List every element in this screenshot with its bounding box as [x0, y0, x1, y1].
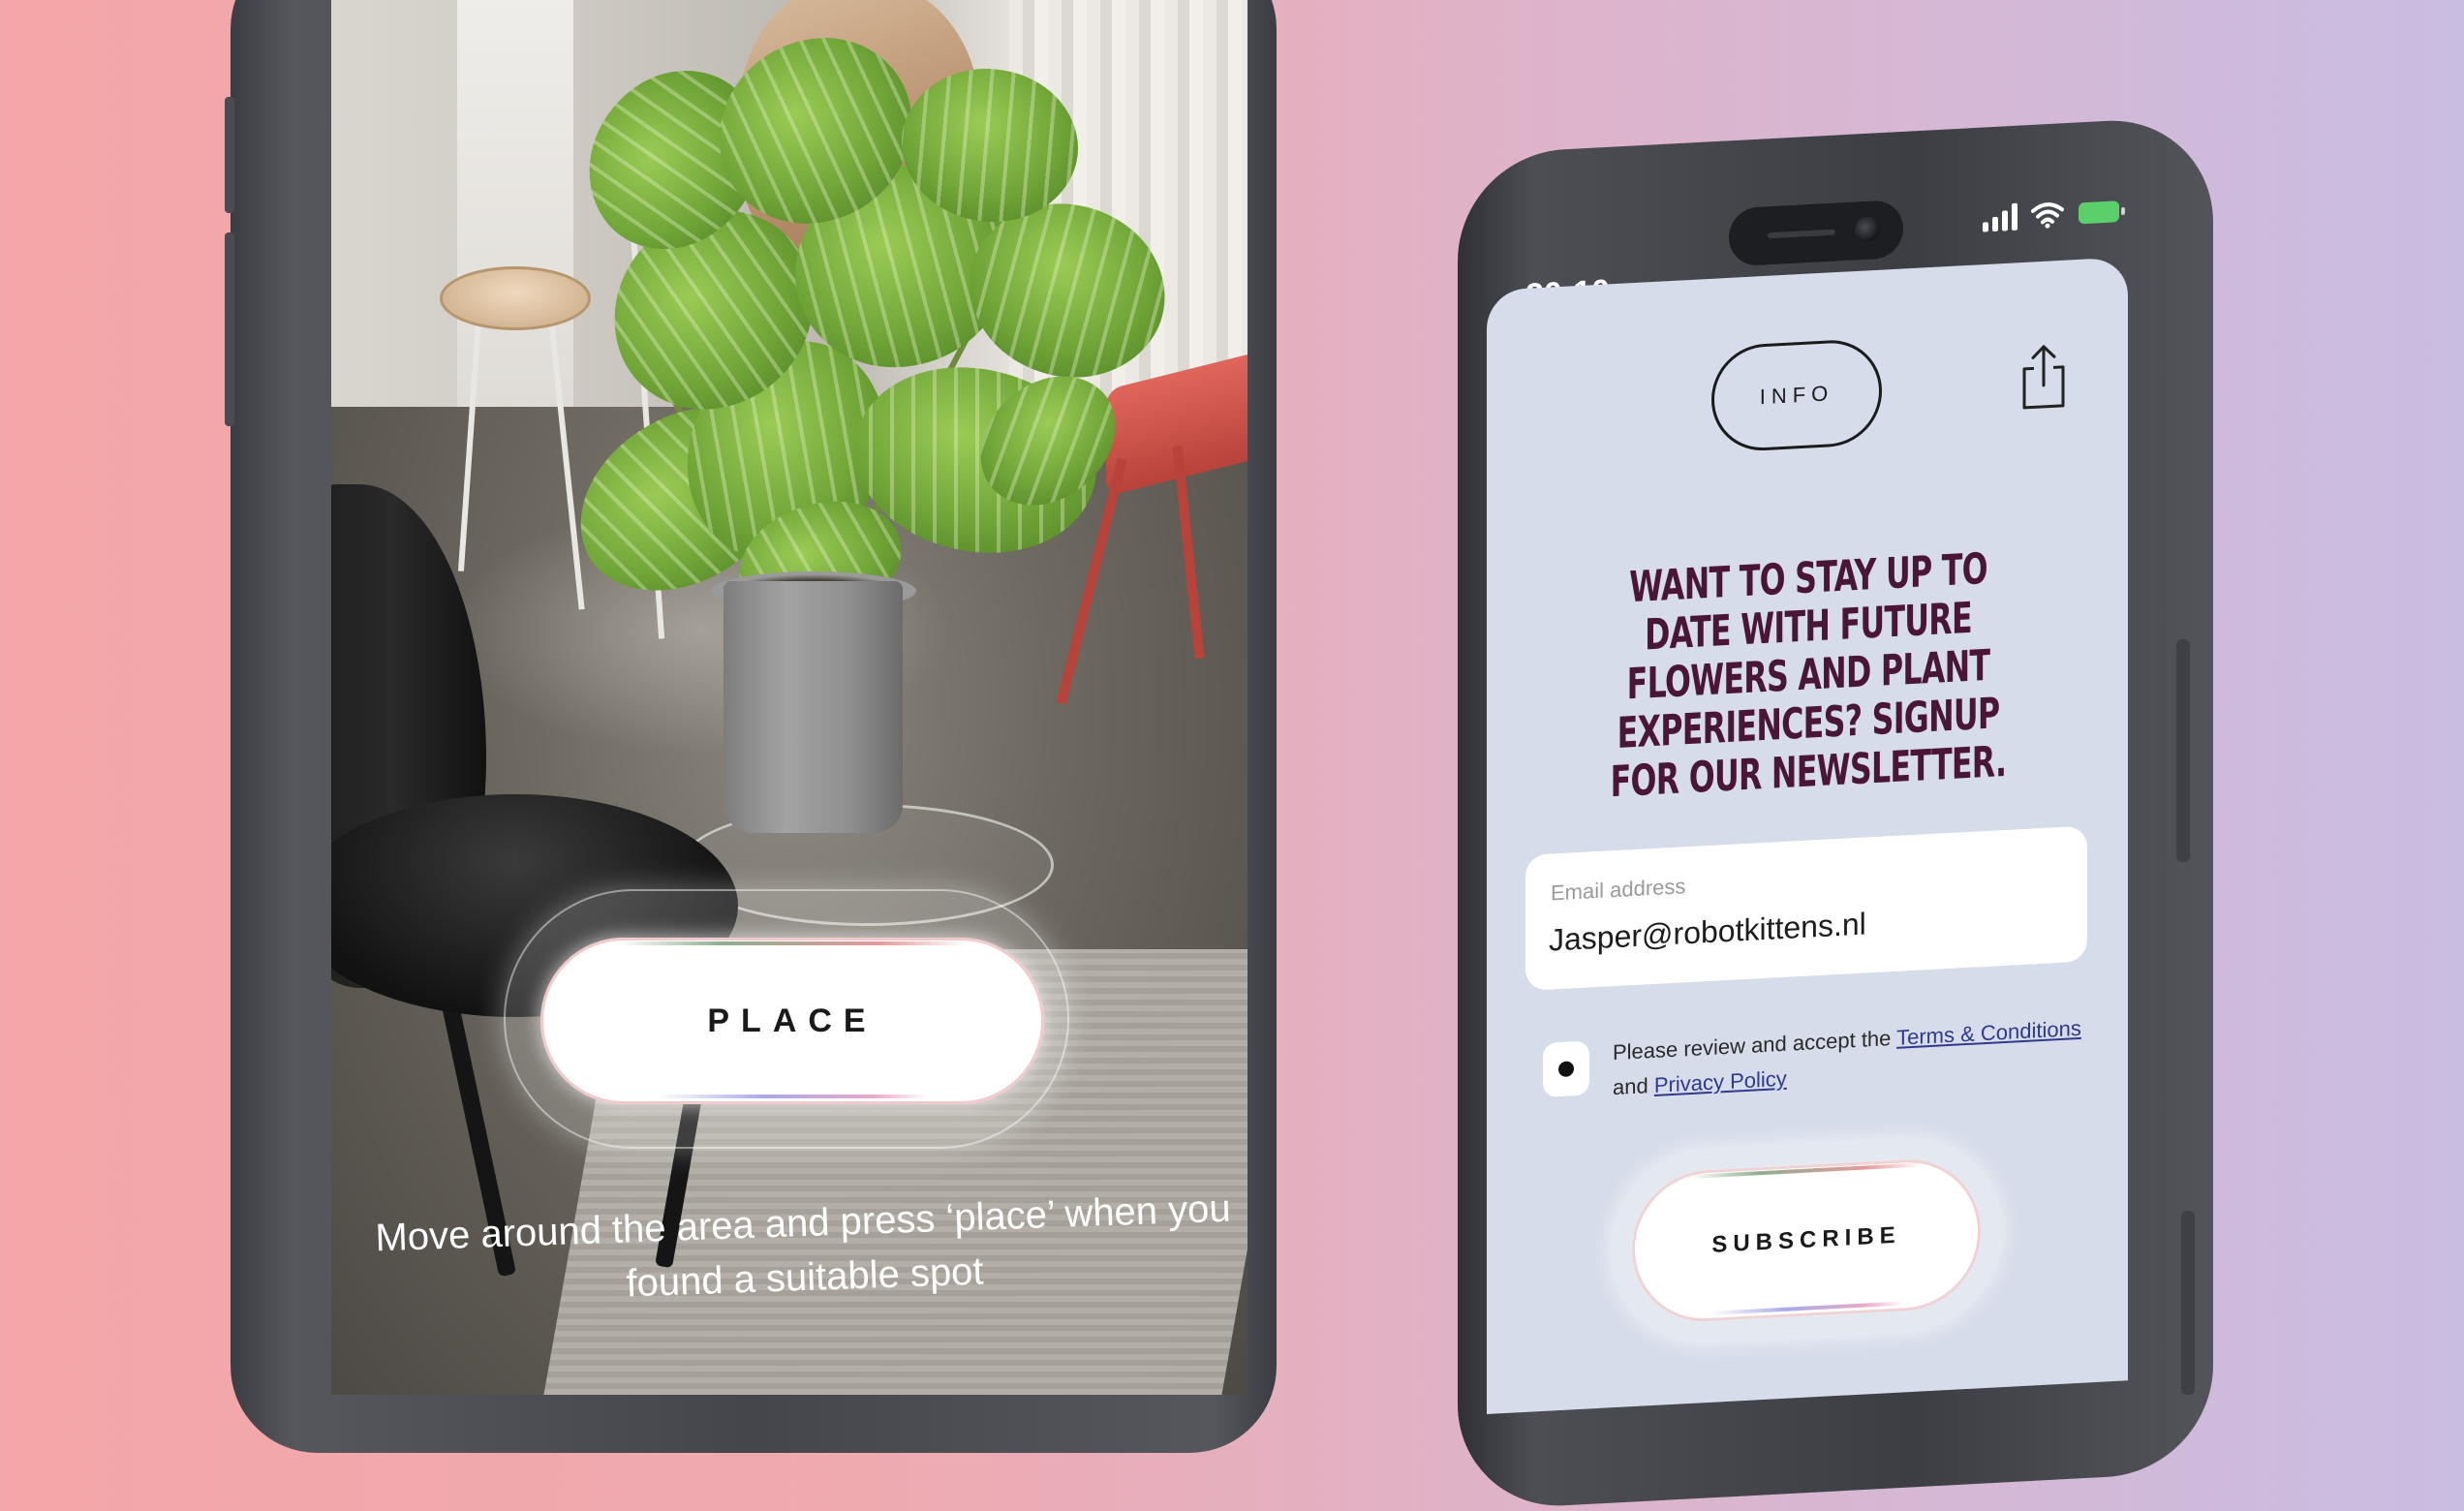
- place-button-label: PLACE: [707, 1002, 878, 1039]
- email-field-card: Email address: [1525, 825, 2087, 991]
- terms-radio[interactable]: [1543, 1040, 1589, 1097]
- share-icon: [2015, 345, 2073, 415]
- right-phone-power-button: [2176, 639, 2190, 862]
- left-phone-side-button: [225, 97, 234, 213]
- right-phone-side-button: [2181, 1211, 2195, 1395]
- subscribe-button-label: SUBSCRIBE: [1711, 1221, 1901, 1258]
- place-button-accent-bottom: [657, 1095, 928, 1098]
- left-phone-volume-button: [225, 232, 234, 426]
- privacy-policy-link[interactable]: Privacy Policy: [1654, 1066, 1787, 1097]
- info-button[interactable]: INFO: [1711, 337, 1882, 453]
- share-button[interactable]: [2015, 341, 2073, 412]
- plant-pot: [724, 581, 903, 833]
- wifi-icon: [2031, 200, 2064, 230]
- newsletter-headline: Want to stay up to date with future flow…: [1610, 543, 2007, 808]
- place-button[interactable]: PLACE: [540, 938, 1044, 1104]
- earpiece-speaker: [1768, 229, 1835, 239]
- front-camera: [1855, 216, 1880, 243]
- newsletter-screen: INFO Want to stay up to date with future…: [1487, 257, 2128, 1415]
- ar-side-table: [440, 266, 591, 330]
- place-button-accent-top: [618, 941, 967, 945]
- terms-text: Please review and accept the Terms & Con…: [1613, 1011, 2087, 1106]
- battery-icon: [2078, 198, 2126, 228]
- terms-conditions-link[interactable]: Terms & Conditions: [1896, 1016, 2081, 1050]
- status-icons: [1983, 198, 2126, 232]
- signal-icon: [1983, 202, 2017, 232]
- dynamic-island: [1729, 199, 1903, 267]
- subscribe-button[interactable]: SUBSCRIBE: [1632, 1156, 1981, 1326]
- email-field-label: Email address: [1551, 874, 1686, 906]
- terms-prefix: Please review and accept the: [1613, 1026, 1892, 1065]
- terms-conjunction: and: [1613, 1073, 1648, 1100]
- terms-radio-dot: [1558, 1061, 1574, 1078]
